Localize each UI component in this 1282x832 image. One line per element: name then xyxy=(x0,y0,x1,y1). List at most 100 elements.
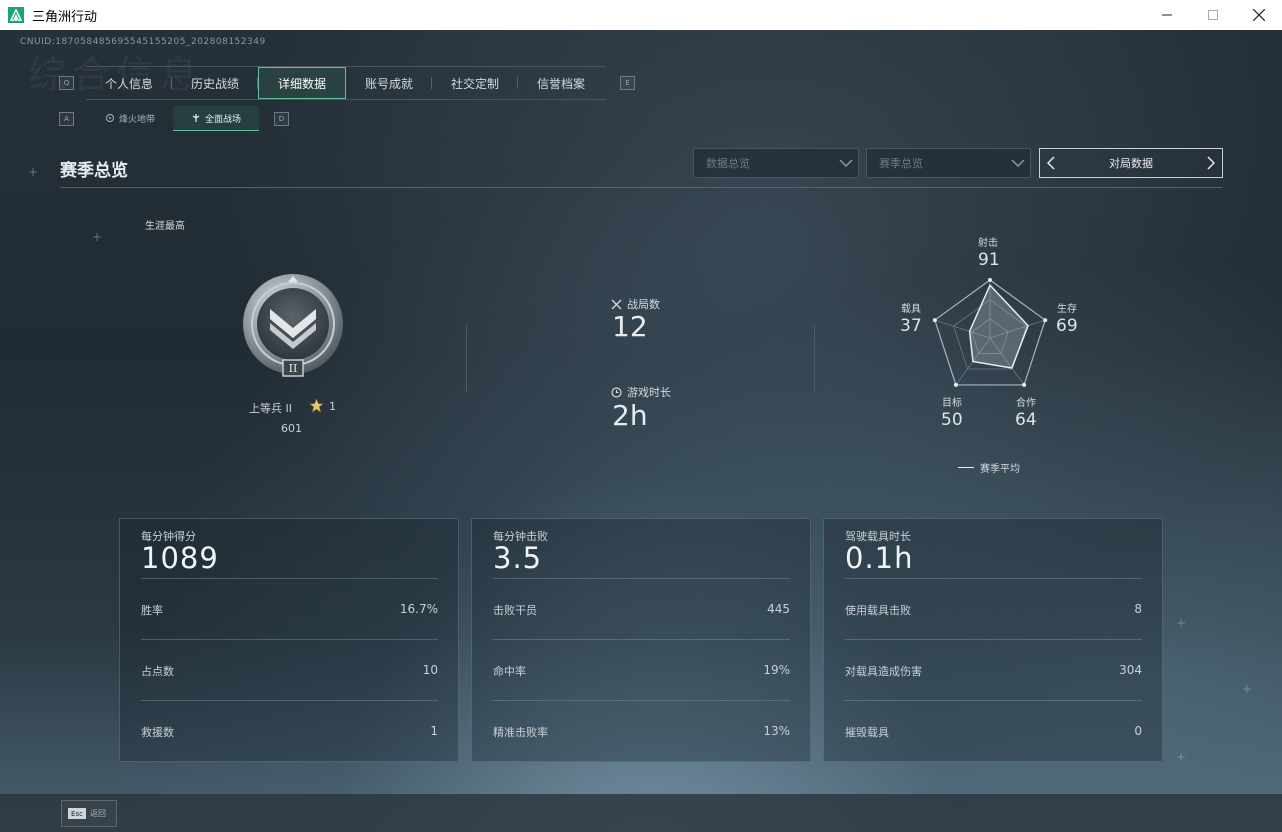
row-label: 命中率 xyxy=(493,665,526,678)
card-row: 精准击败率 13% xyxy=(493,724,790,774)
maximize-button[interactable] xyxy=(1190,0,1236,30)
card-row: 救援数 1 xyxy=(141,724,438,774)
crosshair-icon: + xyxy=(28,165,39,179)
radar-vertex-point xyxy=(1043,318,1048,323)
data-overview-dropdown[interactable]: 数据总览 xyxy=(693,148,859,178)
row-value: 8 xyxy=(1134,602,1142,616)
chevron-down-icon xyxy=(1006,159,1030,167)
row-divider xyxy=(493,639,790,640)
radar-label-vehicle: 载具 xyxy=(901,304,921,315)
radar-label-cooperation: 合作 xyxy=(1016,398,1036,409)
tab-achievements[interactable]: 账号成就 xyxy=(346,67,432,99)
radar-vertex-point xyxy=(988,278,992,282)
rank-emblem-numeral: II xyxy=(289,362,298,375)
vehicle-time-card: 驾驶载具时长 0.1h 使用载具击败 8 对载具造成伤害 304 摧毁载具 0 xyxy=(823,518,1163,762)
row-value: 1 xyxy=(430,724,438,738)
row-value: 16.7% xyxy=(399,602,438,616)
tab-social-custom[interactable]: 社交定制 xyxy=(432,67,518,99)
radar-value-shooting: 91 xyxy=(978,250,1000,270)
window-title: 三角洲行动 xyxy=(32,9,98,25)
maximize-icon xyxy=(1208,10,1218,20)
rank-stars-count: 1 xyxy=(329,400,336,413)
tab-personal-info[interactable]: 个人信息 xyxy=(86,67,172,99)
chevron-down-icon xyxy=(834,159,858,167)
bottom-bar xyxy=(0,794,1282,832)
minimize-button[interactable] xyxy=(1144,0,1190,30)
subtab-full-battlefield-label: 全面战场 xyxy=(204,114,241,125)
full-battlefield-icon xyxy=(192,114,200,122)
close-button[interactable] xyxy=(1236,0,1282,30)
card-value: 0.1h xyxy=(845,541,914,575)
card-row: 占点数 10 xyxy=(141,663,438,713)
row-label: 击败干员 xyxy=(493,604,537,617)
crossed-swords-icon xyxy=(611,299,622,309)
kills-per-minute-card: 每分钟击败 3.5 击败干员 445 命中率 19% 精准击败率 13% xyxy=(471,518,811,762)
rank-name: 上等兵 II xyxy=(249,402,292,415)
key-hint-a: A xyxy=(59,112,74,126)
tab-credit-record[interactable]: 信誉档案 xyxy=(518,67,604,99)
card-row: 对载具造成伤害 304 xyxy=(845,663,1142,713)
close-icon xyxy=(1253,9,1265,21)
row-label: 精准击败率 xyxy=(493,726,548,739)
key-hint-d: D xyxy=(274,112,289,126)
radar-label-survival: 生存 xyxy=(1057,304,1077,315)
user-uid: CNUID:187058485695545155205_202808152349 xyxy=(20,37,266,47)
chevron-left-icon[interactable] xyxy=(1040,156,1062,170)
match-data-selector: 对局数据 xyxy=(1039,148,1223,178)
score-per-minute-card: 每分钟得分 1089 胜率 16.7% 占点数 10 救援数 1 xyxy=(119,518,459,762)
row-label: 对载具造成伤害 xyxy=(845,665,922,678)
radar-legend: 赛季平均 xyxy=(958,460,1020,475)
key-hint-e: E xyxy=(620,76,635,90)
star-icon xyxy=(309,398,324,413)
radar-value-survival: 69 xyxy=(1056,316,1078,336)
hazard-zone-icon xyxy=(105,114,114,122)
card-value: 1089 xyxy=(141,541,219,575)
row-divider xyxy=(493,700,790,701)
minimize-icon xyxy=(1162,14,1172,16)
card-row: 命中率 19% xyxy=(493,663,790,713)
row-label: 救援数 xyxy=(141,726,174,739)
radar-value-vehicle: 37 xyxy=(900,316,922,336)
row-divider xyxy=(141,639,438,640)
row-label: 使用载具击败 xyxy=(845,604,911,617)
radar-legend-label: 赛季平均 xyxy=(980,464,1020,475)
radar-value-cooperation: 64 xyxy=(1015,410,1037,430)
clock-icon xyxy=(611,386,622,398)
crosshair-icon: + xyxy=(92,230,103,244)
column-divider xyxy=(814,325,815,393)
section-title: 赛季总览 xyxy=(60,161,128,181)
row-divider xyxy=(845,578,1142,579)
subtab-full-battlefield[interactable]: 全面战场 xyxy=(173,106,259,131)
column-divider xyxy=(466,325,467,393)
chevron-right-icon[interactable] xyxy=(1200,156,1222,170)
rank-score: 601 xyxy=(281,422,302,435)
match-data-label: 对局数据 xyxy=(1109,157,1153,170)
card-row: 使用载具击败 8 xyxy=(845,602,1142,652)
crosshair-icon: + xyxy=(1242,682,1253,696)
radar-vertex-point xyxy=(1022,382,1027,387)
playtime-label-text: 游戏时长 xyxy=(627,386,671,399)
esc-key-hint: Esc xyxy=(68,808,86,819)
playtime-label: 游戏时长 xyxy=(611,384,671,400)
subtab-hazard-zone-label: 烽火地带 xyxy=(118,114,155,125)
radar-label-objective: 目标 xyxy=(942,398,962,409)
row-divider xyxy=(845,639,1142,640)
subtab-hazard-zone[interactable]: 烽火地带 xyxy=(88,106,172,130)
key-hint-q: Q xyxy=(59,76,74,90)
matches-value: 12 xyxy=(612,310,648,343)
data-overview-label: 数据总览 xyxy=(706,157,750,170)
season-overview-dropdown[interactable]: 赛季总览 xyxy=(866,148,1031,178)
row-value: 19% xyxy=(763,663,790,677)
radar-vertex-point xyxy=(953,382,958,387)
card-row: 胜率 16.7% xyxy=(141,602,438,652)
row-divider xyxy=(141,578,438,579)
back-button[interactable]: Esc 返回 xyxy=(61,800,117,827)
crosshair-icon: + xyxy=(1176,750,1187,764)
tab-match-history[interactable]: 历史战绩 xyxy=(172,67,258,99)
legend-line xyxy=(958,467,974,468)
tab-detailed-data[interactable]: 详细数据 xyxy=(258,67,346,99)
card-value: 3.5 xyxy=(493,541,543,575)
career-best-label: 生涯最高 xyxy=(145,221,185,232)
row-value: 0 xyxy=(1134,724,1142,738)
main-tabs: 个人信息 历史战绩 详细数据 账号成就 社交定制 信誉档案 xyxy=(86,66,606,100)
